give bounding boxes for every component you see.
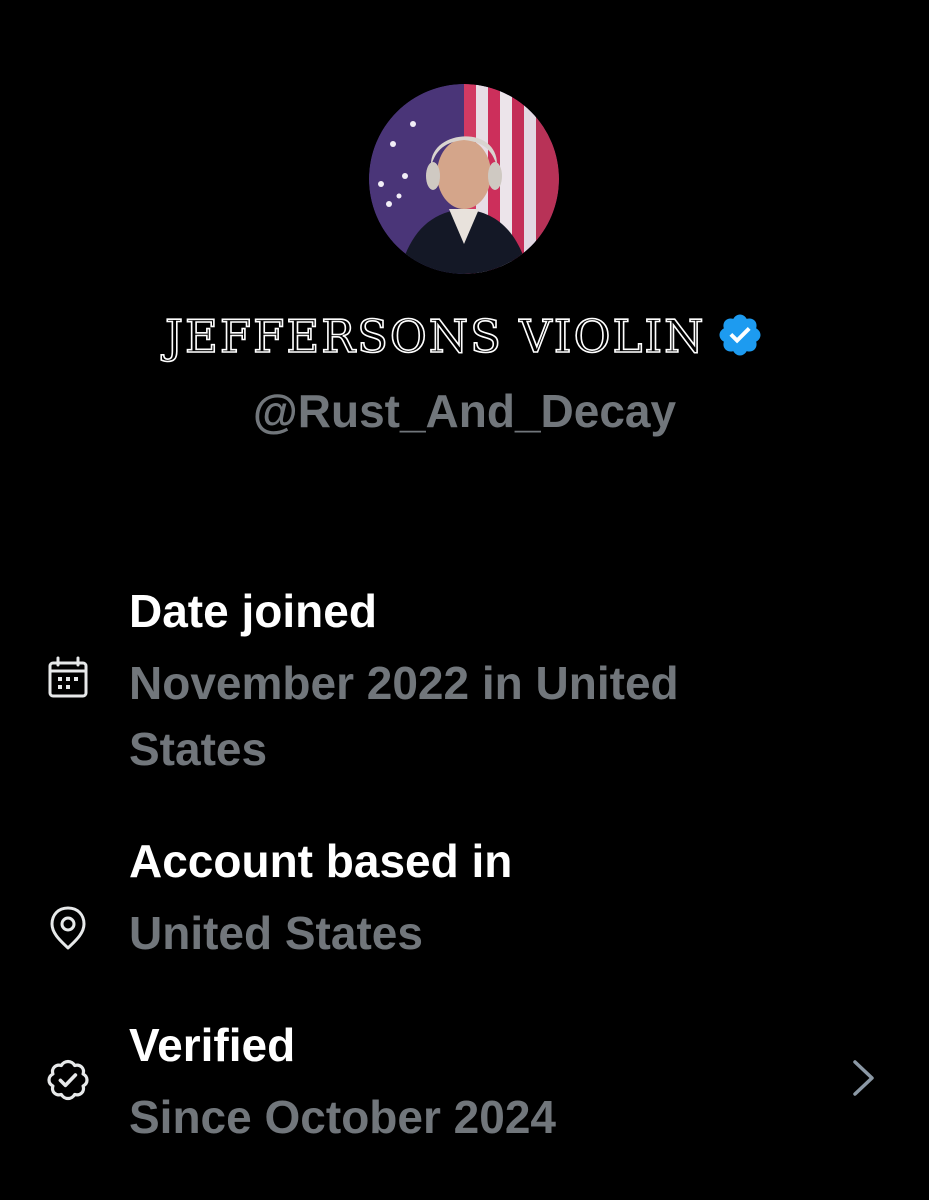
avatar-image bbox=[369, 84, 559, 274]
avatar[interactable] bbox=[369, 84, 559, 274]
username-handle[interactable]: @Rust_And_Decay bbox=[0, 384, 929, 438]
verified-check-icon bbox=[47, 1059, 89, 1101]
date-joined-value: November 2022 in United States bbox=[129, 657, 679, 775]
verified-value: Since October 2024 bbox=[129, 1091, 556, 1143]
display-name-row: JEFFERSONS VIOLIN bbox=[0, 309, 929, 364]
display-name: JEFFERSONS VIOLIN bbox=[164, 309, 706, 364]
location-pin-icon bbox=[50, 906, 86, 950]
chevron-right-icon[interactable] bbox=[846, 1054, 880, 1102]
verified-badge-icon[interactable] bbox=[716, 311, 764, 359]
date-joined-label: Date joined bbox=[129, 585, 377, 637]
verified-label: Verified bbox=[129, 1019, 296, 1071]
account-based-label: Account based in bbox=[129, 835, 513, 887]
calendar-icon bbox=[48, 656, 88, 698]
account-based-value: United States bbox=[129, 907, 423, 959]
